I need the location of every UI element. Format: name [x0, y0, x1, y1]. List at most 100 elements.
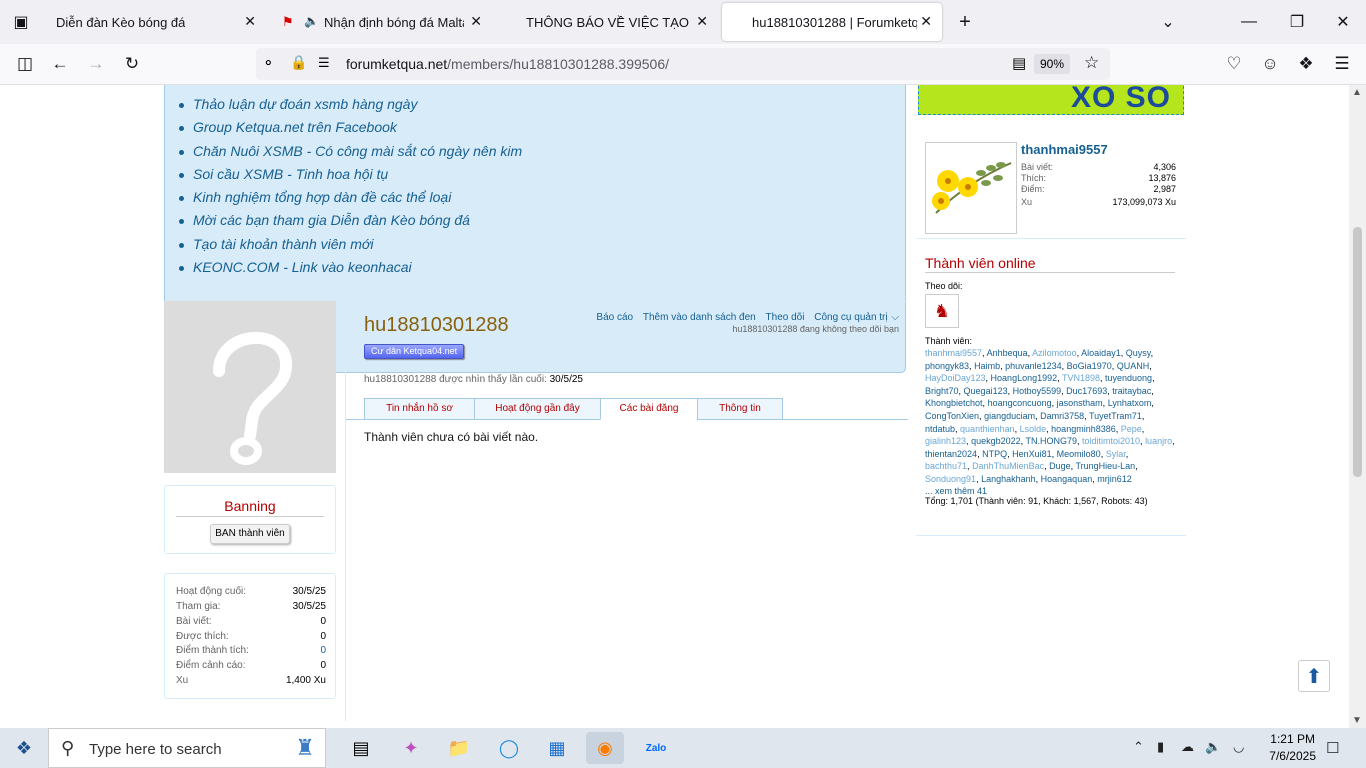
- moderator-tools-link[interactable]: Công cụ quản trị: [814, 312, 887, 323]
- new-tab-plus-icon[interactable]: +: [952, 0, 978, 44]
- ban-member-button[interactable]: BAN thành viên: [210, 524, 290, 544]
- lock-icon[interactable]: 🔒: [290, 54, 307, 71]
- scroll-to-top-button[interactable]: ⬆: [1298, 660, 1330, 692]
- back-arrow-icon[interactable]: ←: [45, 44, 75, 84]
- online-member-link[interactable]: mrjin612: [1097, 474, 1132, 484]
- online-member-link[interactable]: TN.HONG79: [1025, 436, 1077, 446]
- online-member-link[interactable]: Sonduong91: [925, 474, 976, 484]
- menu-hamburger-icon[interactable]: ☰: [1327, 44, 1357, 84]
- online-member-link[interactable]: DanhThuMienBac: [972, 461, 1044, 471]
- battery-icon[interactable]: ▮: [1157, 739, 1164, 755]
- online-member-link[interactable]: giangduciam: [984, 411, 1035, 421]
- browser-tab-4-active[interactable]: hu18810301288 | Forumketqua ✕: [722, 3, 942, 41]
- account-icon[interactable]: ☺: [1255, 44, 1285, 84]
- online-member-link[interactable]: Damri3758: [1040, 411, 1084, 421]
- online-member-link[interactable]: Hoangaquan: [1041, 474, 1093, 484]
- speaker-icon[interactable]: 🔈: [304, 14, 319, 28]
- online-member-link[interactable]: BoGia1970: [1067, 361, 1112, 371]
- banner-ad[interactable]: XO SO: [918, 85, 1184, 115]
- online-member-link[interactable]: TVN1898: [1062, 373, 1100, 383]
- online-member-link[interactable]: tuyenduong: [1105, 373, 1152, 383]
- online-member-link[interactable]: Sylar: [1106, 449, 1126, 459]
- minimize-icon[interactable]: —: [1236, 0, 1262, 44]
- online-member-link[interactable]: TuyetTram71: [1089, 411, 1142, 421]
- notice-link[interactable]: Kinh nghiệm tổng hợp dàn đề các thể loại: [178, 186, 522, 209]
- taskbar-search-box[interactable]: ⚲ Type here to search ♜: [48, 728, 326, 768]
- firefox-icon[interactable]: ◉: [586, 732, 624, 764]
- notification-icon[interactable]: ☐: [1326, 739, 1339, 757]
- file-explorer-icon[interactable]: 📁: [440, 732, 478, 764]
- browser-tab-1[interactable]: Diễn đàn Kèo bóng đá ✕: [42, 3, 266, 41]
- notice-link[interactable]: KEONC.COM - Link vào keonhacai: [178, 256, 522, 279]
- online-member-link[interactable]: hoangconcuong: [988, 398, 1052, 408]
- online-member-link[interactable]: traitaybac: [1112, 386, 1151, 396]
- online-member-link[interactable]: thanhmai9557: [925, 348, 982, 358]
- followed-user-avatar[interactable]: ♞: [925, 294, 959, 328]
- close-tab-icon[interactable]: ✕: [470, 13, 482, 30]
- close-tab-icon[interactable]: ✕: [244, 13, 256, 30]
- tab-recent-activity[interactable]: Hoạt động gần đây: [474, 398, 601, 420]
- online-member-link[interactable]: thientan2024: [925, 449, 977, 459]
- copilot-icon[interactable]: ✦: [392, 732, 430, 764]
- window-close-icon[interactable]: ✕: [1330, 0, 1356, 44]
- online-member-link[interactable]: toiditimtoi2010: [1082, 436, 1140, 446]
- zoom-level-badge[interactable]: 90%: [1034, 54, 1070, 74]
- online-member-link[interactable]: HenXui81: [1012, 449, 1052, 459]
- online-member-link[interactable]: phongyk83: [925, 361, 969, 371]
- ignore-link[interactable]: Thêm vào danh sách đen: [643, 312, 756, 323]
- browser-tab-3[interactable]: THÔNG BÁO VỀ VIỆC TẠO TÀI K ✕: [494, 3, 718, 41]
- online-member-link[interactable]: HayDoiDay123: [925, 373, 986, 383]
- taskbar-clock[interactable]: 1:21 PM 7/6/2025: [1269, 731, 1316, 765]
- url-bar[interactable]: ⚬ 🔒 ☰ forumketqua.net/members/hu18810301…: [256, 48, 1110, 80]
- restore-icon[interactable]: ❐: [1284, 0, 1310, 44]
- reload-icon[interactable]: ↻: [117, 44, 147, 84]
- scroll-up-icon[interactable]: ▲: [1352, 87, 1362, 98]
- page-scrollbar[interactable]: ▲ ▼: [1349, 85, 1366, 728]
- online-member-link[interactable]: luanjro: [1145, 436, 1172, 446]
- report-link[interactable]: Báo cáo: [596, 312, 633, 323]
- wifi-icon[interactable]: ◡: [1233, 739, 1244, 755]
- online-member-link[interactable]: Duc17693: [1066, 386, 1107, 396]
- reader-view-icon[interactable]: ▤: [1012, 54, 1026, 72]
- online-member-link[interactable]: ntdatub: [925, 424, 955, 434]
- permissions-icon[interactable]: ☰: [318, 55, 330, 71]
- online-member-link[interactable]: QUANH: [1117, 361, 1150, 371]
- online-member-link[interactable]: Anhbequa: [987, 348, 1028, 358]
- see-more-link[interactable]: ... xem thêm 41: [925, 486, 1175, 496]
- scrollbar-thumb[interactable]: [1353, 227, 1362, 477]
- sidebar-toggle-icon[interactable]: ◫: [10, 44, 40, 84]
- bookmark-star-icon[interactable]: ☆: [1084, 53, 1099, 73]
- online-member-link[interactable]: Quysy: [1126, 348, 1151, 358]
- notice-link[interactable]: Chăn Nuôi XSMB - Có công mài sắt có ngày…: [178, 140, 522, 163]
- online-member-link[interactable]: CongTonXien: [925, 411, 979, 421]
- show-hidden-icons-icon[interactable]: ⌃: [1133, 739, 1144, 755]
- tab-list-icon[interactable]: ▣: [8, 0, 34, 44]
- chevron-down-icon[interactable]: ⌄: [1155, 0, 1181, 44]
- close-tab-icon[interactable]: ✕: [696, 13, 708, 30]
- forward-arrow-icon[interactable]: →: [81, 44, 111, 84]
- online-member-link[interactable]: bachthu71: [925, 461, 967, 471]
- browser-tab-2[interactable]: ⚑ 🔈 Nhận định bóng đá Malta v ✕: [268, 3, 492, 41]
- microsoft-store-icon[interactable]: ▦: [538, 732, 576, 764]
- online-member-link[interactable]: quekgb2022: [971, 436, 1021, 446]
- online-member-link[interactable]: Meomilo80: [1057, 449, 1101, 459]
- online-member-link[interactable]: Hotboy5599: [1013, 386, 1062, 396]
- notice-link[interactable]: Soi cầu XSMB - Tinh hoa hội tụ: [178, 163, 522, 186]
- online-member-link[interactable]: quanthienhan: [960, 424, 1015, 434]
- follow-link[interactable]: Theo dõi: [766, 312, 805, 323]
- stat-value-link[interactable]: 0: [320, 645, 326, 656]
- notice-link[interactable]: Tạo tài khoản thành viên mới: [178, 233, 522, 256]
- close-tab-icon[interactable]: ✕: [920, 13, 932, 30]
- online-member-link[interactable]: Langhakhanh: [981, 474, 1036, 484]
- staff-avatar[interactable]: [925, 142, 1017, 234]
- online-member-link[interactable]: phuvanle1234: [1005, 361, 1062, 371]
- windows-start-icon[interactable]: ❖: [0, 728, 48, 768]
- online-member-link[interactable]: Haimb: [974, 361, 1000, 371]
- tab-postings[interactable]: Các bài đăng: [600, 398, 698, 420]
- online-member-link[interactable]: Quegai123: [964, 386, 1008, 396]
- zalo-icon[interactable]: Zalo: [637, 732, 675, 764]
- tab-information[interactable]: Thông tin: [697, 398, 783, 420]
- network-cloud-icon[interactable]: ☁: [1181, 739, 1194, 755]
- notice-link[interactable]: Mời các bạn tham gia Diễn đàn Kèo bóng đ…: [178, 209, 522, 232]
- task-view-icon[interactable]: ▤: [342, 732, 380, 764]
